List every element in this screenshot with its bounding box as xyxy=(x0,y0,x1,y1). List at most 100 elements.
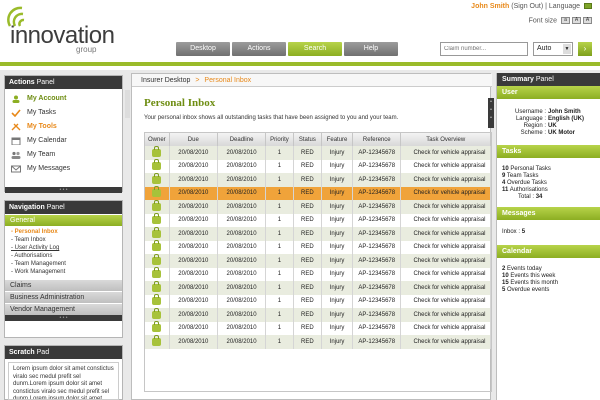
nav-item-work-management[interactable]: - Work Management xyxy=(5,268,122,276)
lock-icon[interactable] xyxy=(152,253,162,265)
feature-cell: Injury xyxy=(321,146,354,160)
summary-task-overdue[interactable]: 4 Overdue Tasks xyxy=(502,180,595,187)
table-row[interactable]: 20/08/2010 20/08/2010 1 RED Injury AP-1234567… xyxy=(145,226,491,241)
due-cell: 20/08/2010 xyxy=(169,267,218,281)
nav-item-user-activity-log[interactable]: - User Activity Log xyxy=(5,244,122,252)
left-panel-resize-handle[interactable] xyxy=(125,90,130,118)
lock-icon[interactable] xyxy=(152,334,162,346)
nav-item-personal-inbox[interactable]: - Personal Inbox xyxy=(5,228,122,236)
summary-calendar-section-header[interactable]: Calendar xyxy=(497,245,600,258)
messages-icon xyxy=(11,165,21,173)
lock-icon[interactable] xyxy=(152,213,162,225)
breadcrumb-root[interactable]: Insurer Desktop xyxy=(141,77,190,84)
table-row[interactable]: 20/08/2010 20/08/2010 1 RED Injury AP-1234567… xyxy=(145,213,491,227)
lock-icon[interactable] xyxy=(152,321,162,333)
summary-task-authorisations[interactable]: 11 Authorisations xyxy=(502,187,595,194)
font-small-icon[interactable]: a xyxy=(561,17,570,24)
table-row[interactable]: 20/08/2010 20/08/2010 1 RED Injury AP-1234567… xyxy=(145,321,491,335)
table-row[interactable]: 20/08/2010 20/08/2010 1 RED Injury AP-1234567… xyxy=(145,334,491,349)
action-my-team[interactable]: My Team xyxy=(5,148,122,162)
reference-cell: AP-12345678 xyxy=(352,173,402,187)
owner-cell xyxy=(145,199,170,214)
table-row[interactable]: 20/08/2010 20/08/2010 1 RED Injury AP-1234567… xyxy=(145,307,491,322)
action-my-calendar[interactable]: My Calendar xyxy=(5,134,122,148)
due-cell: 20/08/2010 xyxy=(169,146,218,160)
table-row[interactable]: 20/08/2010 20/08/2010 1 RED Injury AP-1234567… xyxy=(145,240,491,254)
table-row[interactable]: 20/08/2010 20/08/2010 1 RED Injury AP-1234567… xyxy=(145,159,491,173)
lock-icon[interactable] xyxy=(152,145,162,157)
column-header-task-overview[interactable]: Task Overview xyxy=(400,133,491,146)
table-row[interactable]: 20/08/2010 20/08/2010 1 RED Injury AP-1234567… xyxy=(145,294,491,308)
status-cell: RED xyxy=(293,227,323,241)
summary-tasks-section-header[interactable]: Tasks xyxy=(497,145,600,158)
lock-icon[interactable] xyxy=(152,240,162,252)
summary-events-today[interactable]: 2 Events today xyxy=(502,266,595,273)
lock-icon[interactable] xyxy=(152,186,162,198)
table-row[interactable]: 20/08/2010 20/08/2010 1 RED Injury AP-1234567… xyxy=(145,280,491,295)
font-medium-icon[interactable]: A xyxy=(572,17,581,24)
nav-section-claims[interactable]: Claims xyxy=(5,279,122,291)
summary-events-overdue[interactable]: 5 Overdue events xyxy=(502,287,595,294)
summary-task-team[interactable]: 9 Team Tasks xyxy=(502,173,595,180)
due-cell: 20/08/2010 xyxy=(169,227,218,241)
table-row[interactable]: 20/08/2010 20/08/2010 1 RED Injury AP-1234567… xyxy=(145,145,491,160)
font-large-icon[interactable]: A xyxy=(583,17,592,24)
sign-out-link[interactable]: (Sign Out) xyxy=(511,3,543,10)
summary-user-section-header[interactable]: User xyxy=(497,86,600,99)
summary-events-week[interactable]: 10 Events this week xyxy=(502,273,595,280)
summary-task-personal[interactable]: 10 Personal Tasks xyxy=(502,166,595,173)
nav-section-general[interactable]: General xyxy=(5,214,122,226)
lock-icon[interactable] xyxy=(152,226,162,238)
table-row[interactable]: 20/08/2010 20/08/2010 1 RED Injury AP-1234567… xyxy=(145,186,491,200)
nav-item-authorisations[interactable]: - Authorisations xyxy=(5,252,122,260)
lock-icon[interactable] xyxy=(152,280,162,292)
summary-events-month[interactable]: 15 Events this month xyxy=(502,280,595,287)
table-row[interactable]: 20/08/2010 20/08/2010 1 RED Injury AP-1234567… xyxy=(145,199,491,214)
reference-cell: AP-12345678 xyxy=(352,294,402,308)
actions-panel-footer[interactable]: • • • xyxy=(5,187,122,193)
nav-item-team-inbox[interactable]: - Team Inbox xyxy=(5,236,122,244)
claim-search-input[interactable] xyxy=(440,42,528,56)
column-header-due[interactable]: Due xyxy=(169,133,218,146)
lock-icon[interactable] xyxy=(152,172,162,184)
lock-icon[interactable] xyxy=(152,199,162,211)
summary-messages[interactable]: Inbox : 5 xyxy=(497,220,600,245)
right-panel-resize-handle[interactable]: • • • xyxy=(488,98,494,128)
column-header-deadline[interactable]: Deadline xyxy=(217,133,267,146)
column-header-reference[interactable]: Reference xyxy=(352,133,402,146)
table-row[interactable]: 20/08/2010 20/08/2010 1 RED Injury AP-1234567… xyxy=(145,172,491,187)
nav-section-business-administration[interactable]: Business Administration xyxy=(5,291,122,303)
deadline-cell: 20/08/2010 xyxy=(217,186,267,200)
table-row[interactable]: 20/08/2010 20/08/2010 1 RED Injury AP-1234567… xyxy=(145,267,491,281)
owner-cell xyxy=(145,240,170,254)
action-my-messages[interactable]: My Messages xyxy=(5,162,122,176)
language-flag-icon[interactable] xyxy=(584,3,592,10)
nav-search-button[interactable]: Search xyxy=(288,42,342,56)
lock-icon[interactable] xyxy=(152,267,162,279)
table-row[interactable]: 20/08/2010 20/08/2010 1 RED Injury AP-1234567… xyxy=(145,253,491,268)
lock-icon[interactable] xyxy=(152,307,162,319)
nav-section-vendor-management[interactable]: Vendor Management xyxy=(5,303,122,315)
action-my-tools[interactable]: My Tools xyxy=(5,120,122,134)
nav-help-button[interactable]: Help xyxy=(344,42,398,56)
nav-actions-button[interactable]: Actions xyxy=(232,42,286,56)
summary-tasks-list: 10 Personal Tasks 9 Team Tasks 4 Overdue… xyxy=(497,158,600,207)
summary-messages-section-header[interactable]: Messages xyxy=(497,207,600,220)
column-header-status[interactable]: Status xyxy=(293,133,323,146)
scratch-pad-textarea[interactable]: Lorem ipsum dolor sit amet constictus vi… xyxy=(8,362,119,400)
search-mode-select[interactable]: Auto ▼ xyxy=(533,42,573,56)
column-header-priority[interactable]: Priority xyxy=(265,133,294,146)
lock-icon[interactable] xyxy=(152,294,162,306)
arrow-right-icon[interactable]: › xyxy=(578,42,592,56)
overview-cell: Check for vehicle appraisal xyxy=(400,335,491,349)
nav-item-team-management[interactable]: - Team Management xyxy=(5,260,122,268)
nav-desktop-button[interactable]: Desktop xyxy=(176,42,230,56)
navigation-panel: Navigation Panel General - Personal Inbo… xyxy=(4,200,123,338)
overview-cell: Check for vehicle appraisal xyxy=(400,254,491,268)
action-my-account[interactable]: My Account xyxy=(5,92,122,106)
column-header-feature[interactable]: Feature xyxy=(321,133,354,146)
column-header-owner[interactable]: Owner xyxy=(145,133,170,146)
lock-icon[interactable] xyxy=(152,159,162,171)
action-my-tasks[interactable]: My Tasks xyxy=(5,106,122,120)
overview-cell: Check for vehicle appraisal xyxy=(400,321,491,335)
